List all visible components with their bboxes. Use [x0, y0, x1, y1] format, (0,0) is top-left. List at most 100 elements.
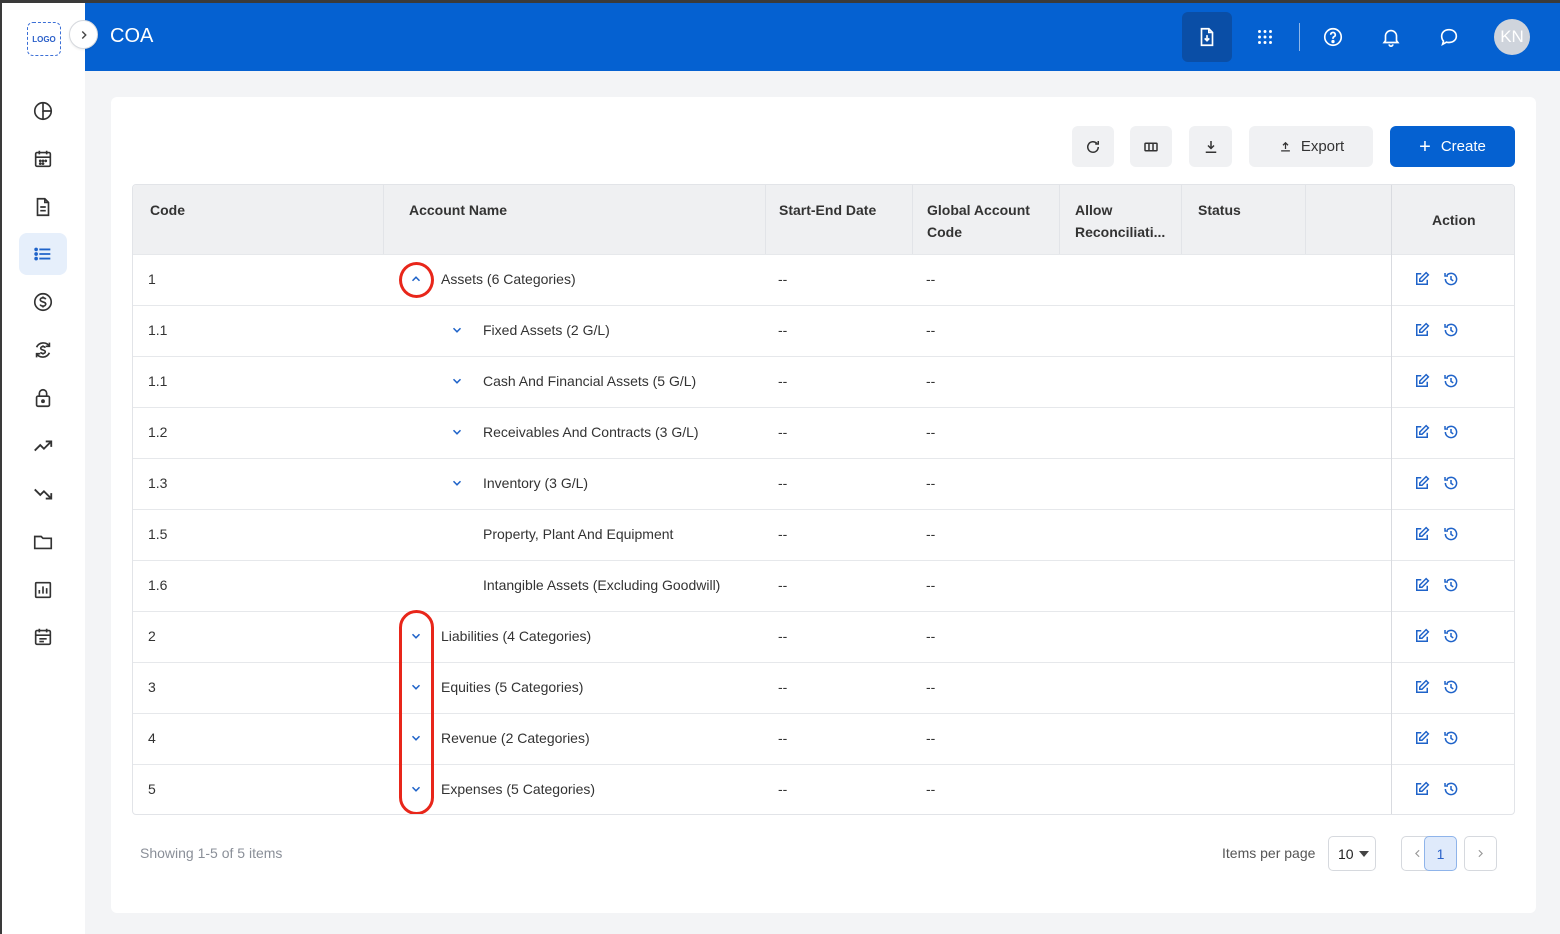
column-global-account-code[interactable]: Global Account Code — [927, 199, 1030, 243]
history-icon[interactable] — [1441, 422, 1461, 442]
sidebar-expand-button[interactable] — [69, 20, 98, 49]
edit-icon[interactable] — [1412, 677, 1432, 697]
history-icon[interactable] — [1441, 728, 1461, 748]
create-button[interactable]: + Create — [1390, 126, 1515, 167]
create-label: Create — [1440, 138, 1486, 155]
bar-chart-icon[interactable] — [19, 569, 67, 611]
row-account-name: Revenue (2 Categories) — [441, 730, 590, 746]
history-icon[interactable] — [1441, 371, 1461, 391]
action-column-divider — [1391, 185, 1392, 814]
schedule-icon[interactable] — [19, 616, 67, 658]
history-icon[interactable] — [1441, 626, 1461, 646]
edit-icon[interactable] — [1412, 728, 1432, 748]
edit-icon[interactable] — [1412, 422, 1432, 442]
history-icon[interactable] — [1441, 524, 1461, 544]
items-per-page-select[interactable]: 10 — [1328, 836, 1376, 871]
column-separator — [1059, 185, 1060, 255]
calendar-icon[interactable] — [19, 138, 67, 180]
columns-icon — [1144, 142, 1158, 151]
row-global-account-code: -- — [926, 475, 936, 491]
table-row[interactable]: 1.3 Inventory (3 G/L) -- -- — [133, 458, 1514, 509]
edit-icon[interactable] — [1412, 626, 1432, 646]
history-icon[interactable] — [1441, 473, 1461, 493]
next-page-button[interactable] — [1464, 836, 1497, 871]
chevron-right-icon — [1478, 849, 1483, 858]
history-icon[interactable] — [1441, 320, 1461, 340]
columns-button[interactable] — [1130, 126, 1172, 167]
table-row[interactable]: 1.6 Intangible Assets (Excluding Goodwill… — [133, 560, 1514, 611]
plus-icon: + — [1419, 135, 1431, 158]
row-code: 1.1 — [148, 322, 168, 338]
history-icon[interactable] — [1441, 575, 1461, 595]
history-icon[interactable] — [1441, 269, 1461, 289]
download-button[interactable] — [1189, 126, 1232, 167]
dollar-circle-icon[interactable] — [19, 281, 67, 323]
row-code: 1.5 — [148, 526, 168, 542]
row-code: 1.2 — [148, 424, 168, 440]
download-icon — [1205, 140, 1216, 153]
row-global-account-code: -- — [926, 781, 936, 797]
folder-icon[interactable] — [19, 521, 67, 563]
history-icon[interactable] — [1441, 677, 1461, 697]
table-row[interactable]: 5 Expenses (5 Categories) -- -- — [133, 764, 1514, 814]
edit-icon[interactable] — [1412, 371, 1432, 391]
column-account-name[interactable]: Account Name — [409, 199, 507, 221]
upload-icon — [1280, 141, 1290, 152]
edit-icon[interactable] — [1412, 779, 1432, 799]
trending-down-icon[interactable] — [19, 473, 67, 515]
table-row[interactable]: 1.5 Property, Plant And Equipment -- -- — [133, 509, 1514, 560]
edit-icon[interactable] — [1412, 320, 1432, 340]
export-label: Export — [1300, 138, 1345, 155]
help-icon[interactable] — [1308, 12, 1358, 62]
currency-exchange-icon[interactable] — [19, 329, 67, 371]
table-row[interactable]: 1.2 Receivables And Contracts (3 G/L) -- -- — [133, 407, 1514, 458]
table-row[interactable]: 4 Revenue (2 Categories) -- -- — [133, 713, 1514, 764]
lock-icon[interactable] — [19, 377, 67, 419]
chevron-down-icon[interactable] — [446, 319, 468, 341]
refresh-button[interactable] — [1072, 126, 1114, 167]
document-download-icon[interactable] — [1182, 12, 1232, 62]
edit-icon[interactable] — [1412, 269, 1432, 289]
column-allow-reconciliation[interactable]: Allow Reconciliati... — [1075, 199, 1165, 243]
bell-icon[interactable] — [1366, 12, 1416, 62]
list-icon[interactable] — [19, 233, 67, 275]
highlight-circle-expanded — [399, 262, 434, 298]
chevron-down-icon[interactable] — [446, 370, 468, 392]
history-icon[interactable] — [1441, 779, 1461, 799]
table-row[interactable]: 2 Liabilities (4 Categories) -- -- — [133, 611, 1514, 662]
column-global-account-code-line2: Code — [927, 224, 962, 240]
edit-icon[interactable] — [1412, 473, 1432, 493]
column-start-end-date[interactable]: Start-End Date — [779, 199, 876, 221]
table-row[interactable]: 1.1 Cash And Financial Assets (5 G/L) -- -- — [133, 356, 1514, 407]
edit-icon[interactable] — [1412, 575, 1432, 595]
row-code: 2 — [148, 628, 156, 644]
chat-icon[interactable] — [1424, 12, 1474, 62]
table-row[interactable]: 3 Equities (5 Categories) -- -- — [133, 662, 1514, 713]
row-global-account-code: -- — [926, 628, 936, 644]
table-row[interactable]: 1.1 Fixed Assets (2 G/L) -- -- — [133, 305, 1514, 356]
row-account-name: Intangible Assets (Excluding Goodwill) — [483, 577, 721, 593]
document-icon[interactable] — [19, 186, 67, 228]
column-status[interactable]: Status — [1198, 199, 1241, 221]
row-account-name: Fixed Assets (2 G/L) — [483, 322, 610, 338]
row-code: 1.3 — [148, 475, 168, 491]
chevron-down-icon[interactable] — [446, 472, 468, 494]
trending-up-icon[interactable] — [19, 425, 67, 467]
page-button-current[interactable]: 1 — [1424, 836, 1457, 871]
row-account-name: Inventory (3 G/L) — [483, 475, 589, 491]
row-code: 4 — [148, 730, 156, 746]
pie-chart-icon[interactable] — [19, 90, 67, 132]
row-account-name: Expenses (5 Categories) — [441, 781, 596, 797]
sidebar: LOGO — [2, 3, 85, 934]
table-row[interactable]: 1 Assets (6 Categories) -- -- — [133, 254, 1514, 305]
chevron-down-icon[interactable] — [446, 421, 468, 443]
row-global-account-code: -- — [926, 271, 936, 287]
highlight-box-collapsed — [399, 610, 434, 814]
column-code[interactable]: Code — [150, 199, 185, 221]
export-button[interactable]: Export — [1249, 126, 1373, 167]
column-separator — [765, 185, 766, 255]
edit-icon[interactable] — [1412, 524, 1432, 544]
row-global-account-code: -- — [926, 526, 936, 542]
avatar[interactable]: KN — [1494, 19, 1530, 55]
apps-grid-icon[interactable] — [1240, 12, 1290, 62]
